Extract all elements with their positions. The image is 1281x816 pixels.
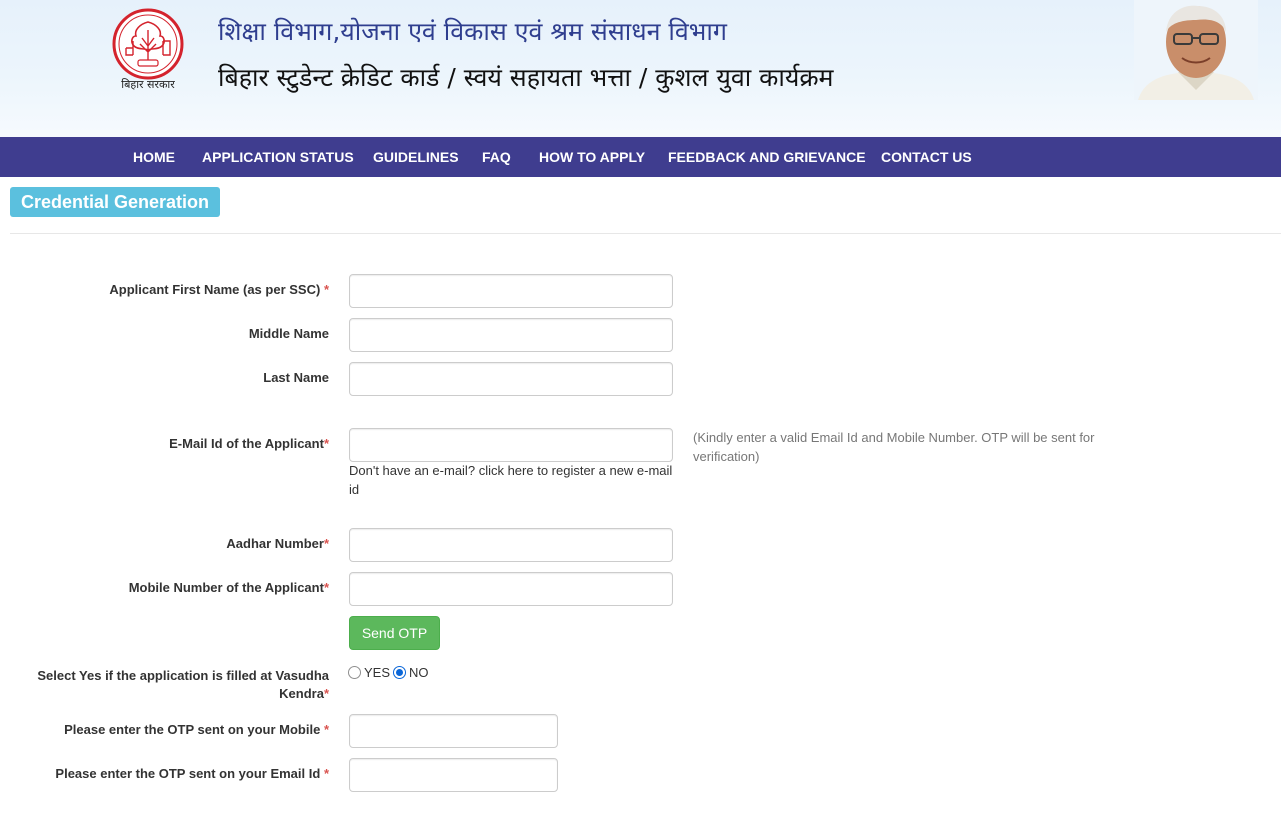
- otp-email-label-text: Please enter the OTP sent on your Email …: [55, 766, 321, 781]
- required-marker: *: [323, 766, 329, 781]
- send-otp-button[interactable]: Send OTP: [349, 616, 440, 650]
- required-marker: *: [323, 282, 329, 297]
- required-marker: *: [323, 580, 329, 595]
- mobile-input[interactable]: [349, 572, 673, 606]
- first-name-label: Applicant First Name (as per SSC) *: [109, 281, 329, 299]
- middle-name-label: Middle Name: [248, 326, 329, 341]
- required-marker: *: [323, 686, 329, 701]
- email-input[interactable]: [349, 428, 673, 462]
- nav-guidelines[interactable]: GUIDELINES: [373, 137, 459, 177]
- otp-mobile-input[interactable]: [349, 714, 558, 748]
- otp-mobile-label: Please enter the OTP sent on your Mobile…: [64, 721, 329, 739]
- chief-minister-portrait: [1134, 0, 1258, 100]
- vasudha-label: Select Yes if the application is filled …: [37, 667, 329, 703]
- nav-faq[interactable]: FAQ: [482, 137, 511, 177]
- required-marker: *: [323, 436, 329, 451]
- required-marker: *: [323, 722, 329, 737]
- emblem-caption: बिहार सरकार: [121, 78, 175, 91]
- nav-home[interactable]: HOME: [133, 137, 175, 177]
- required-marker: *: [323, 536, 329, 551]
- last-name-input[interactable]: [349, 362, 673, 396]
- vasudha-radio-group: YES NO: [348, 663, 432, 681]
- nav-application-status[interactable]: APPLICATION STATUS: [202, 137, 354, 177]
- email-note-text: Don't have an e-mail?: [349, 463, 476, 478]
- otp-email-label: Please enter the OTP sent on your Email …: [55, 765, 329, 783]
- email-label: E-Mail Id of the Applicant*: [169, 435, 329, 453]
- page-title-badge: Credential Generation: [10, 187, 221, 217]
- otp-email-input[interactable]: [349, 758, 558, 792]
- nav-feedback-and-grievance[interactable]: FEEDBACK AND GRIEVANCE: [668, 137, 866, 177]
- first-name-label-text: Applicant First Name (as per SSC): [109, 282, 321, 297]
- last-name-label: Last Name: [263, 370, 329, 385]
- email-note: Don't have an e-mail? click here to regi…: [349, 461, 679, 499]
- vasudha-no-label: NO: [409, 664, 429, 680]
- otp-mobile-label-text: Please enter the OTP sent on your Mobile: [64, 722, 321, 737]
- main-navbar: HOME APPLICATION STATUS GUIDELINES FAQ H…: [0, 137, 1281, 177]
- nav-how-to-apply[interactable]: HOW TO APPLY: [539, 137, 645, 177]
- first-name-input[interactable]: [349, 274, 673, 308]
- vasudha-yes-label: YES: [364, 664, 391, 680]
- mobile-label-text: Mobile Number of the Applicant: [128, 580, 324, 595]
- title-divider: [10, 233, 1281, 234]
- vasudha-label-line1: Select Yes if the application is filled …: [37, 668, 329, 683]
- vasudha-label-line2: Kendra: [279, 686, 324, 701]
- vasudha-no-radio[interactable]: [393, 665, 407, 679]
- nav-contact-us[interactable]: CONTACT US: [881, 137, 972, 177]
- mobile-label: Mobile Number of the Applicant*: [129, 579, 329, 597]
- middle-name-input[interactable]: [349, 318, 673, 352]
- department-title: शिक्षा विभाग,योजना एवं विकास एवं श्रम सं…: [218, 17, 727, 46]
- email-mobile-help-text: (Kindly enter a valid Email Id and Mobil…: [693, 430, 1095, 464]
- scheme-title: बिहार स्टुडेन्ट क्रेडिट कार्ड / स्वयं सह…: [218, 63, 834, 92]
- site-header: बिहार सरकार शिक्षा विभाग,योजना एवं विकास…: [0, 0, 1281, 137]
- vasudha-yes-radio[interactable]: [348, 665, 361, 679]
- aadhar-label: Aadhar Number*: [226, 535, 329, 553]
- email-label-text: E-Mail Id of the Applicant: [169, 436, 324, 451]
- aadhar-input[interactable]: [349, 528, 673, 562]
- aadhar-label-text: Aadhar Number: [226, 536, 324, 551]
